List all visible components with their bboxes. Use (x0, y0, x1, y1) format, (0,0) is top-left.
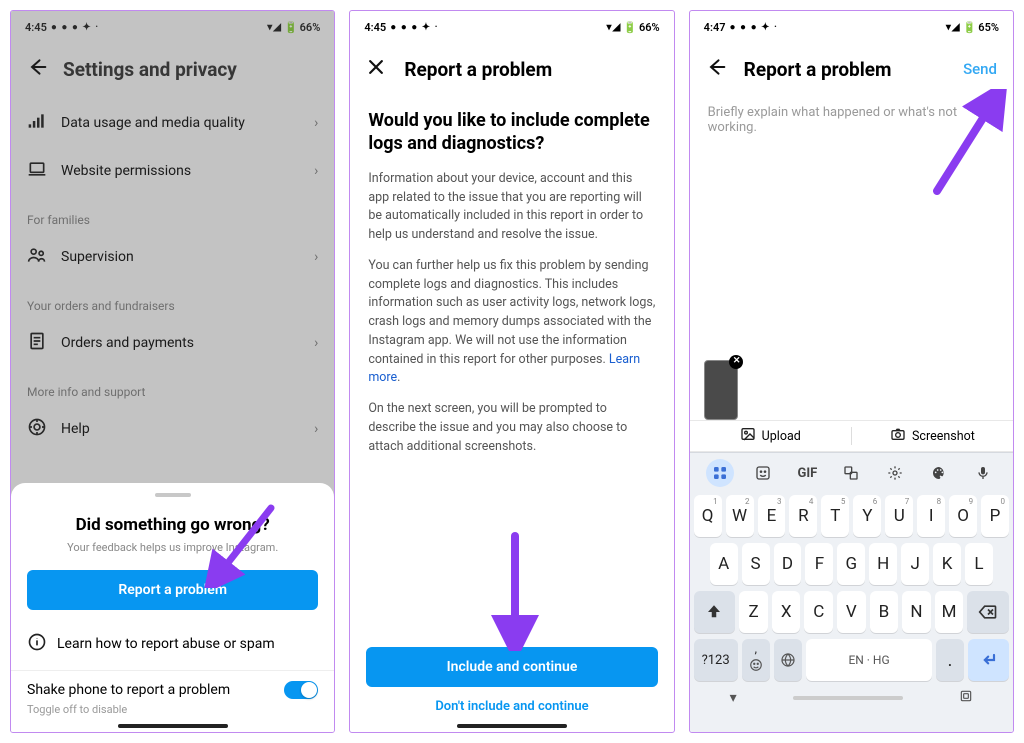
key-q[interactable]: Q1 (694, 495, 722, 537)
sheet-drag-handle[interactable] (155, 493, 191, 497)
include-continue-button[interactable]: Include and continue (366, 647, 657, 687)
key-v[interactable]: V (837, 591, 866, 633)
sheet-subtitle: Your feedback helps us improve Instagram… (27, 541, 318, 554)
kbd-palette-icon[interactable] (925, 459, 953, 487)
status-notif-icons: ● ● ● ✦ · (730, 22, 778, 33)
kbd-row-2: ASDFGHJKL (694, 543, 1009, 585)
symbols-key[interactable]: ?123 (694, 639, 738, 681)
status-bar: 4:45 ● ● ● ✦ · ▾◢ 🔋 66% (350, 11, 673, 43)
kbd-gif-button[interactable]: GIF (793, 459, 821, 487)
screen-include-logs: 4:45 ● ● ● ✦ · ▾◢ 🔋 66% Report a problem… (349, 10, 674, 733)
key-j[interactable]: J (901, 543, 929, 585)
upload-button[interactable]: Upload (690, 426, 851, 446)
kbd-row-1: Q1W2E3R4T5Y6U7I8O9P0 (694, 495, 1009, 537)
image-icon (740, 426, 756, 446)
key-b[interactable]: B (870, 591, 899, 633)
close-icon[interactable] (366, 57, 386, 81)
screen-settings: 4:45 ● ● ● ✦ · ▾◢ 🔋 66% Settings and pri… (10, 10, 335, 733)
key-c[interactable]: C (804, 591, 833, 633)
send-button[interactable]: Send (963, 60, 997, 78)
row-label: Learn how to report abuse or spam (57, 636, 275, 652)
space-key[interactable]: EN · HG (806, 639, 932, 681)
back-icon[interactable] (706, 57, 726, 81)
kbd-handle-icon[interactable] (959, 689, 973, 707)
status-bar: 4:47 ● ● ● ✦ · ▾◢ 🔋 65% (690, 11, 1013, 43)
status-net-icons: ▾◢ (946, 22, 961, 33)
key-s[interactable]: S (742, 543, 770, 585)
status-notif-icons: ● ● ● ✦ · (390, 22, 438, 33)
kbd-mic-icon[interactable] (969, 459, 997, 487)
key-t[interactable]: T5 (821, 495, 849, 537)
logs-para-2: You can further help us fix this problem… (368, 257, 655, 388)
key-m[interactable]: M (935, 591, 964, 633)
kbd-apps-icon[interactable] (706, 459, 734, 487)
status-time: 4:45 (364, 21, 386, 34)
period-key[interactable]: . (936, 639, 964, 681)
enter-key[interactable] (968, 639, 1009, 681)
gesture-bar[interactable] (793, 696, 903, 700)
camera-icon (890, 426, 906, 446)
logs-para-3: On the next screen, you will be prompted… (368, 400, 655, 456)
language-key[interactable] (774, 639, 802, 681)
kbd-collapse-icon[interactable]: ▾ (730, 690, 737, 706)
gesture-bar[interactable] (457, 724, 567, 728)
kbd-row-3: ZXCVBNM (694, 591, 1009, 633)
kbd-settings-icon[interactable] (881, 459, 909, 487)
key-a[interactable]: A (710, 543, 738, 585)
key-d[interactable]: D (774, 543, 802, 585)
shake-toggle[interactable] (284, 681, 318, 699)
key-r[interactable]: R4 (789, 495, 817, 537)
logs-para-1: Information about your device, account a… (368, 170, 655, 245)
key-y[interactable]: Y6 (853, 495, 881, 537)
key-p[interactable]: P0 (981, 495, 1009, 537)
report-bottom-sheet: Did something go wrong? Your feedback he… (11, 483, 334, 732)
page-title: Report a problem (744, 58, 892, 81)
problem-textarea[interactable]: Briefly explain what happened or what's … (690, 95, 1013, 145)
status-battery: 66% (639, 21, 660, 34)
key-l[interactable]: L (965, 543, 993, 585)
key-u[interactable]: U7 (885, 495, 913, 537)
key-w[interactable]: W2 (726, 495, 754, 537)
backspace-key[interactable] (967, 591, 1009, 633)
key-i[interactable]: I8 (917, 495, 945, 537)
key-o[interactable]: O9 (949, 495, 977, 537)
key-f[interactable]: F (805, 543, 833, 585)
dont-include-link[interactable]: Don't include and continue (366, 699, 657, 714)
screen-describe-problem: 4:47 ● ● ● ✦ · ▾◢ 🔋 65% Report a problem… (689, 10, 1014, 733)
kbd-row-4: ?123 , EN · HG . (694, 639, 1009, 681)
key-e[interactable]: E3 (758, 495, 786, 537)
key-n[interactable]: N (902, 591, 931, 633)
shift-key[interactable] (694, 591, 736, 633)
attachment-thumbnail[interactable]: ✕ (704, 360, 738, 420)
battery-icon: 🔋 (963, 21, 977, 34)
key-x[interactable]: X (772, 591, 801, 633)
report-problem-button[interactable]: Report a problem (27, 570, 318, 610)
report-header: Report a problem (350, 43, 673, 95)
shake-sublabel: Toggle off to disable (27, 703, 318, 716)
emoji-key[interactable]: , (742, 639, 770, 681)
nav-bar: ▾ (690, 683, 1013, 713)
sheet-title: Did something go wrong? (27, 515, 318, 535)
kbd-translate-icon[interactable] (837, 459, 865, 487)
logs-question: Would you like to include complete logs … (368, 109, 655, 156)
kbd-sticker-icon[interactable] (749, 459, 777, 487)
remove-attachment-icon[interactable]: ✕ (730, 354, 744, 368)
key-h[interactable]: H (869, 543, 897, 585)
row-label: Shake phone to report a problem (27, 682, 230, 698)
report-header: Report a problem Send (690, 43, 1013, 95)
status-net-icons: ▾◢ (607, 22, 622, 33)
attachment-bar: Upload Screenshot (690, 420, 1013, 452)
key-z[interactable]: Z (739, 591, 768, 633)
key-g[interactable]: G (837, 543, 865, 585)
key-k[interactable]: K (933, 543, 961, 585)
status-battery: 65% (978, 21, 999, 34)
gesture-bar[interactable] (118, 724, 228, 728)
page-title: Report a problem (404, 58, 552, 81)
status-time: 4:47 (704, 21, 726, 34)
screenshot-button[interactable]: Screenshot (852, 426, 1013, 446)
battery-icon: 🔋 (623, 21, 637, 34)
soft-keyboard: GIF Q1W2E3R4T5Y6U7I8O9P0 ASDFGHJKL ZXCVB… (690, 452, 1013, 732)
learn-abuse-link[interactable]: Learn how to report abuse or spam (27, 624, 318, 664)
info-icon (27, 632, 47, 656)
